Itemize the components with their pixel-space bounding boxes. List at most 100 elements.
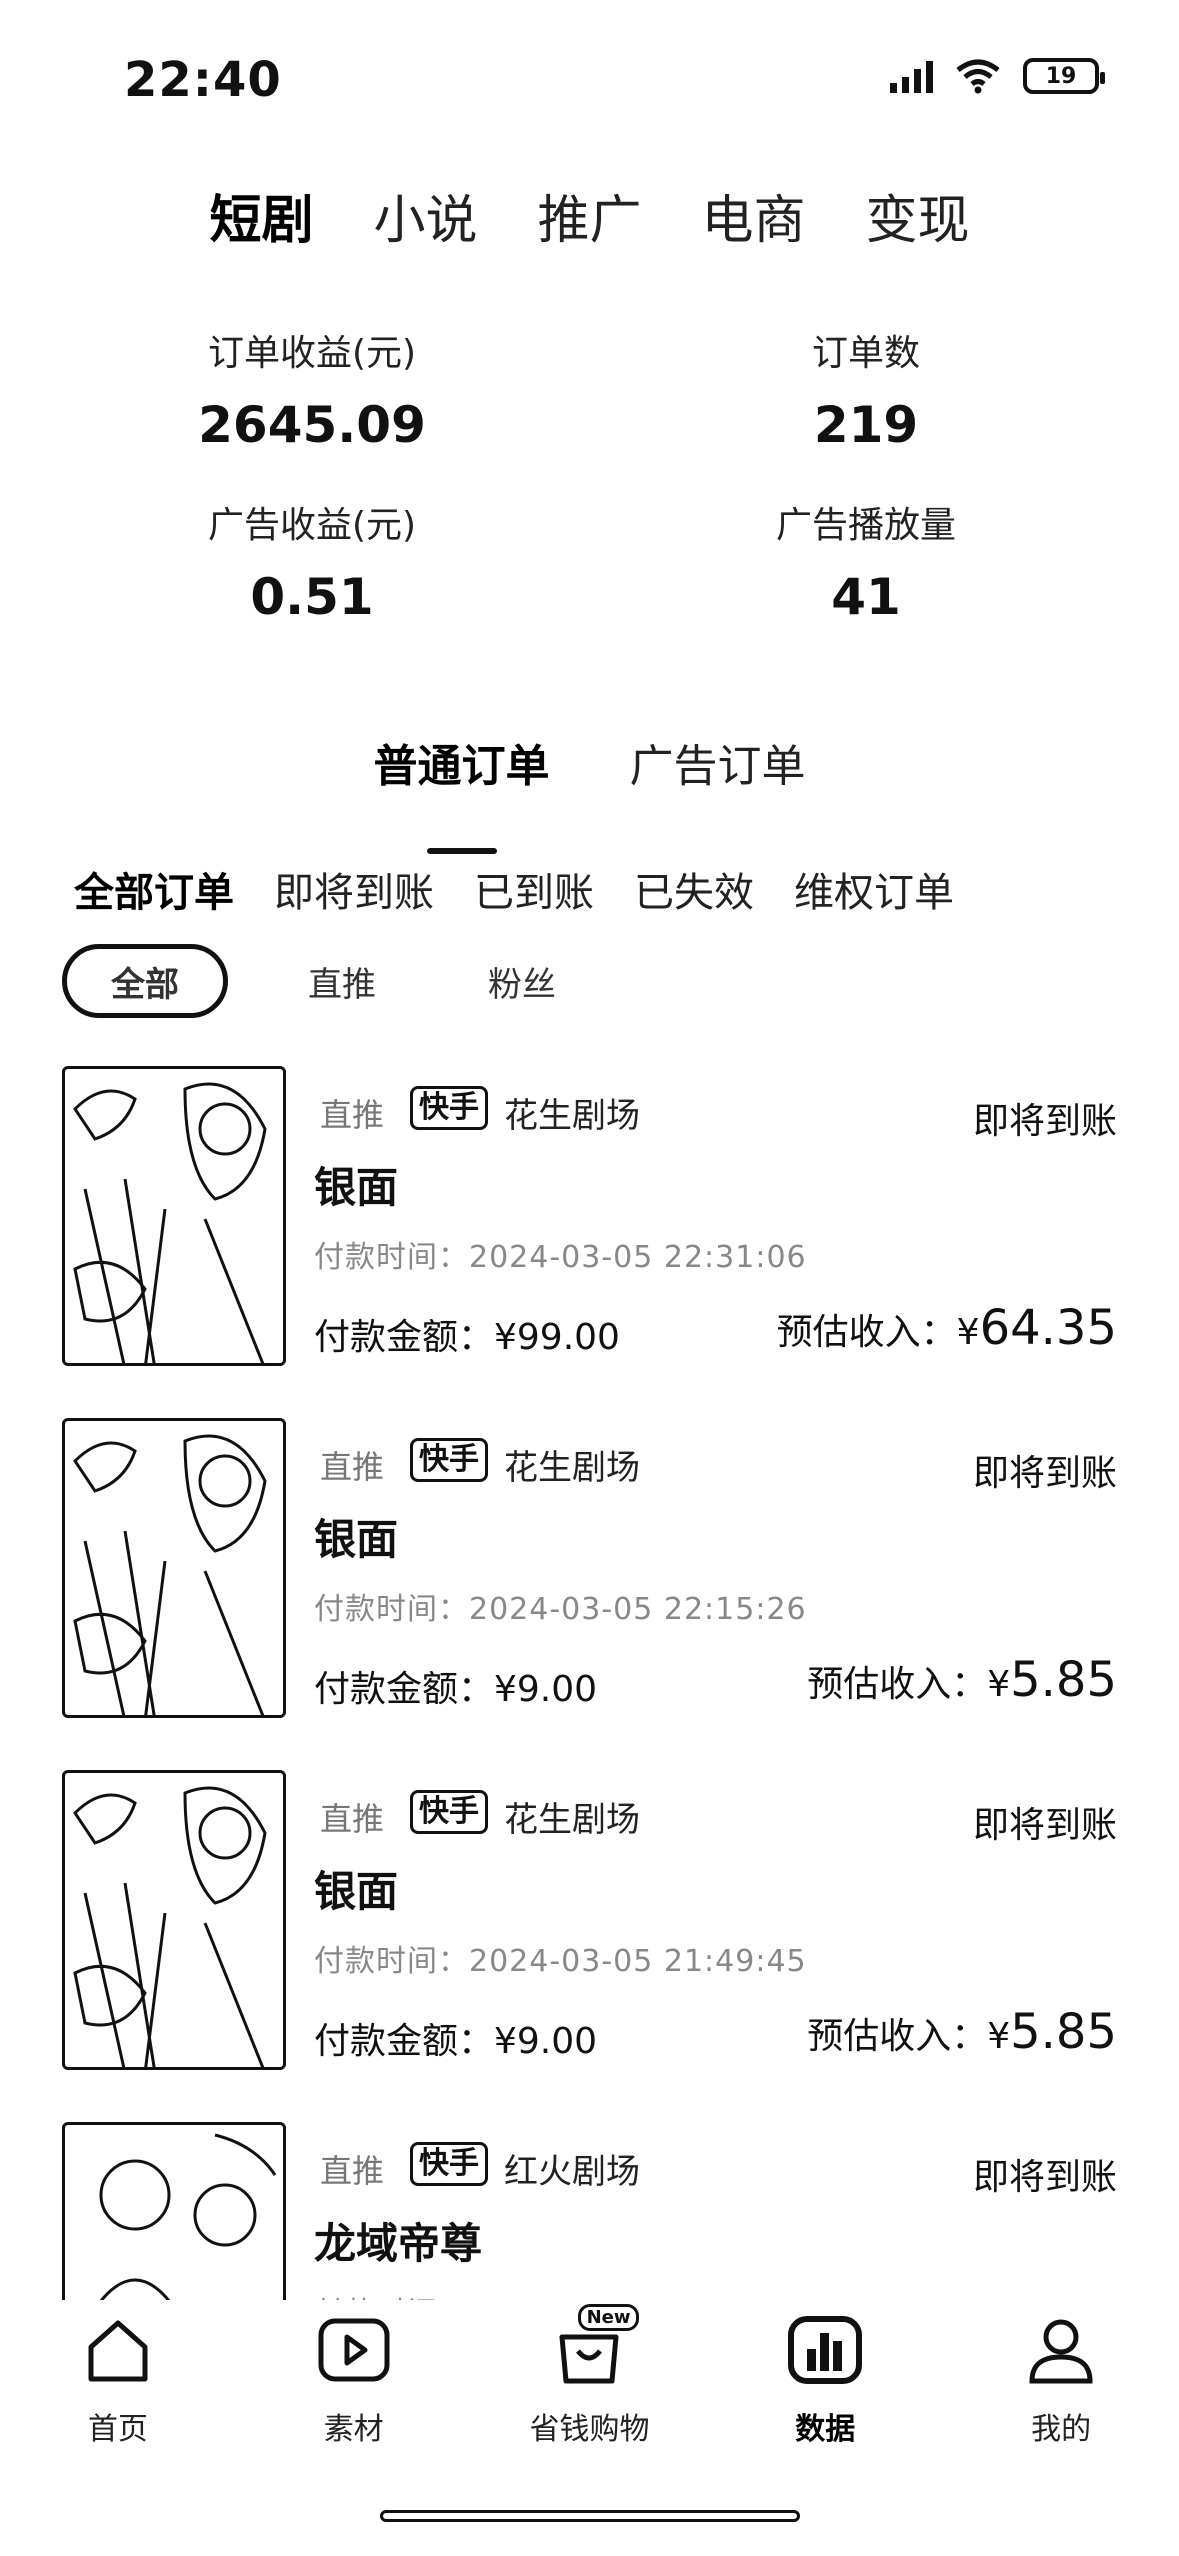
payment-time: 付款时间：2024-03-05 22:31:06 <box>314 1240 807 1275</box>
nav-me[interactable]: 我的 <box>961 2310 1161 2510</box>
tab-normal-orders[interactable]: 普通订单 <box>374 730 550 794</box>
tab-ecommerce[interactable]: 电商 <box>672 178 836 253</box>
estimated-income: 预估收入：¥5.85 <box>807 2004 1117 2060</box>
ad-plays-label: 广告播放量 <box>775 505 956 546</box>
kuaishou-tag: 快手 <box>410 1790 488 1834</box>
order-card[interactable]: 直推 快手 花生剧场 即将到账 银面 付款时间：2024-03-05 22:15… <box>0 1414 1179 1766</box>
battery-level: 19 <box>1045 63 1077 89</box>
tab-ad-orders[interactable]: 广告订单 <box>630 730 806 794</box>
drama-cover-image <box>62 1770 286 2070</box>
tab-promotion[interactable]: 推广 <box>507 178 671 253</box>
order-count-stat: 订单数 219 <box>666 324 1066 454</box>
estimated-income: 预估收入：¥5.85 <box>807 1652 1117 1708</box>
nav-shopping[interactable]: New 省钱购物 <box>489 2304 689 2510</box>
category-tabs: 短剧 小说 推广 电商 变现 <box>0 178 1179 253</box>
drama-title: 龙域帝尊 <box>314 2219 483 2268</box>
kuaishou-tag: 快手 <box>410 1086 488 1130</box>
battery-icon: 19 <box>1023 58 1105 94</box>
payment-amount: 付款金额：¥99.00 <box>314 1317 620 1358</box>
new-badge: New <box>577 2304 640 2331</box>
nav-home[interactable]: 首页 <box>18 2310 218 2510</box>
direct-tag: 直推 <box>320 1448 385 1486</box>
wifi-icon <box>956 59 1000 94</box>
estimated-income: 预估收入：¥64.35 <box>777 1300 1117 1356</box>
order-type-tabs: 普通订单 广告订单 <box>0 730 1179 794</box>
payment-time: 付款时间：2024-03-05 21:49:45 <box>314 1944 807 1979</box>
payment-amount: 付款金额：¥9.00 <box>314 1669 598 1710</box>
theater-name: 花生剧场 <box>504 1096 640 1136</box>
order-income-label: 订单收益(元) <box>207 333 417 374</box>
ad-income-stat: 广告收益(元) 0.51 <box>112 496 512 626</box>
tab-all-orders[interactable]: 全部订单 <box>74 860 234 918</box>
filter-fans[interactable]: 粉丝 <box>432 944 612 1018</box>
shopping-bag-icon: New <box>549 2304 640 2390</box>
theater-name: 花生剧场 <box>504 1448 640 1488</box>
order-card[interactable]: 直推 快手 红火剧场 即将到账 龙域帝尊 付款时间：2024-03-05 21:… <box>0 2118 1179 2300</box>
theater-name: 花生剧场 <box>504 1800 640 1840</box>
tab-expired[interactable]: 已失效 <box>634 860 754 918</box>
order-count-value: 219 <box>813 396 919 454</box>
order-card[interactable]: 直推 快手 花生剧场 即将到账 银面 付款时间：2024-03-05 21:49… <box>0 1766 1179 2118</box>
filter-all[interactable]: 全部 <box>62 944 228 1018</box>
estimated-income-label: 预估收入：¥ <box>807 1664 1011 1705</box>
estimated-income-value: 5.85 <box>1010 1652 1117 1708</box>
tab-novel[interactable]: 小说 <box>343 178 507 253</box>
nav-material-label: 素材 <box>323 2412 384 2447</box>
order-card[interactable]: 直推 快手 花生剧场 即将到账 银面 付款时间：2024-03-05 22:31… <box>0 1062 1179 1414</box>
drama-title: 银面 <box>314 1163 399 1212</box>
ad-income-value: 0.51 <box>250 568 374 626</box>
drama-title: 银面 <box>314 1515 399 1564</box>
tab-short-drama[interactable]: 短剧 <box>179 178 343 253</box>
drama-cover-image <box>62 1418 286 1718</box>
nav-home-label: 首页 <box>87 2412 148 2447</box>
estimated-income-value: 64.35 <box>979 1300 1117 1356</box>
kuaishou-tag: 快手 <box>410 1438 488 1482</box>
play-icon <box>314 2310 394 2390</box>
order-status: 即将到账 <box>972 1805 1117 1846</box>
bottom-nav: 首页 素材 New 省钱购物 数据 我的 <box>0 2304 1179 2510</box>
order-status: 即将到账 <box>972 2157 1117 2198</box>
direct-tag: 直推 <box>320 1800 385 1838</box>
cellular-signal-icon <box>890 59 933 93</box>
payment-amount: 付款金额：¥9.00 <box>314 2021 598 2062</box>
tab-pending[interactable]: 即将到账 <box>274 860 434 918</box>
nav-material[interactable]: 素材 <box>254 2310 454 2510</box>
nav-shopping-label: 省钱购物 <box>529 2412 650 2447</box>
estimated-income-value: 5.85 <box>1010 2004 1117 2060</box>
status-time: 22:40 <box>124 52 282 108</box>
tab-arrived[interactable]: 已到账 <box>474 860 594 918</box>
status-icons: 19 <box>890 58 1105 94</box>
filter-direct[interactable]: 直推 <box>252 944 432 1018</box>
nav-data-label: 数据 <box>795 2412 856 2447</box>
theater-name: 红火剧场 <box>504 2152 640 2192</box>
order-count-label: 订单数 <box>811 333 920 374</box>
payment-time: 付款时间：2024-03-05 21:48:37 <box>314 2288 807 2300</box>
ad-plays-value: 41 <box>831 568 901 626</box>
chart-icon <box>785 2310 865 2390</box>
drama-title: 银面 <box>314 1867 399 1916</box>
order-status: 即将到账 <box>972 1101 1117 1142</box>
filter-chips: 全部 直推 粉丝 <box>62 944 612 1018</box>
order-status: 即将到账 <box>972 1453 1117 1494</box>
home-icon <box>78 2310 158 2390</box>
ad-income-label: 广告收益(元) <box>207 505 417 546</box>
tab-dispute[interactable]: 维权订单 <box>794 860 954 918</box>
estimated-income-label: 预估收入：¥ <box>807 2016 1011 2057</box>
user-icon <box>1021 2310 1101 2390</box>
drama-cover-image <box>62 1066 286 1366</box>
tab-monetize[interactable]: 变现 <box>836 178 1000 253</box>
direct-tag: 直推 <box>320 1096 385 1134</box>
drama-cover-image <box>62 2122 286 2300</box>
home-indicator[interactable] <box>380 2510 800 2522</box>
status-bar: 22:40 19 <box>0 0 1179 150</box>
payment-time: 付款时间：2024-03-05 22:15:26 <box>314 1592 807 1627</box>
kuaishou-tag: 快手 <box>410 2142 488 2186</box>
order-status-tabs: 全部订单 即将到账 已到账 已失效 维权订单 <box>74 860 954 918</box>
order-income-value: 2645.09 <box>198 396 426 454</box>
nav-me-label: 我的 <box>1031 2412 1092 2447</box>
order-income-stat: 订单收益(元) 2645.09 <box>112 324 512 454</box>
ad-plays-stat: 广告播放量 41 <box>666 496 1066 626</box>
order-list[interactable]: 直推 快手 花生剧场 即将到账 银面 付款时间：2024-03-05 22:31… <box>0 1062 1179 2300</box>
nav-data[interactable]: 数据 <box>725 2310 925 2510</box>
direct-tag: 直推 <box>320 2152 385 2190</box>
